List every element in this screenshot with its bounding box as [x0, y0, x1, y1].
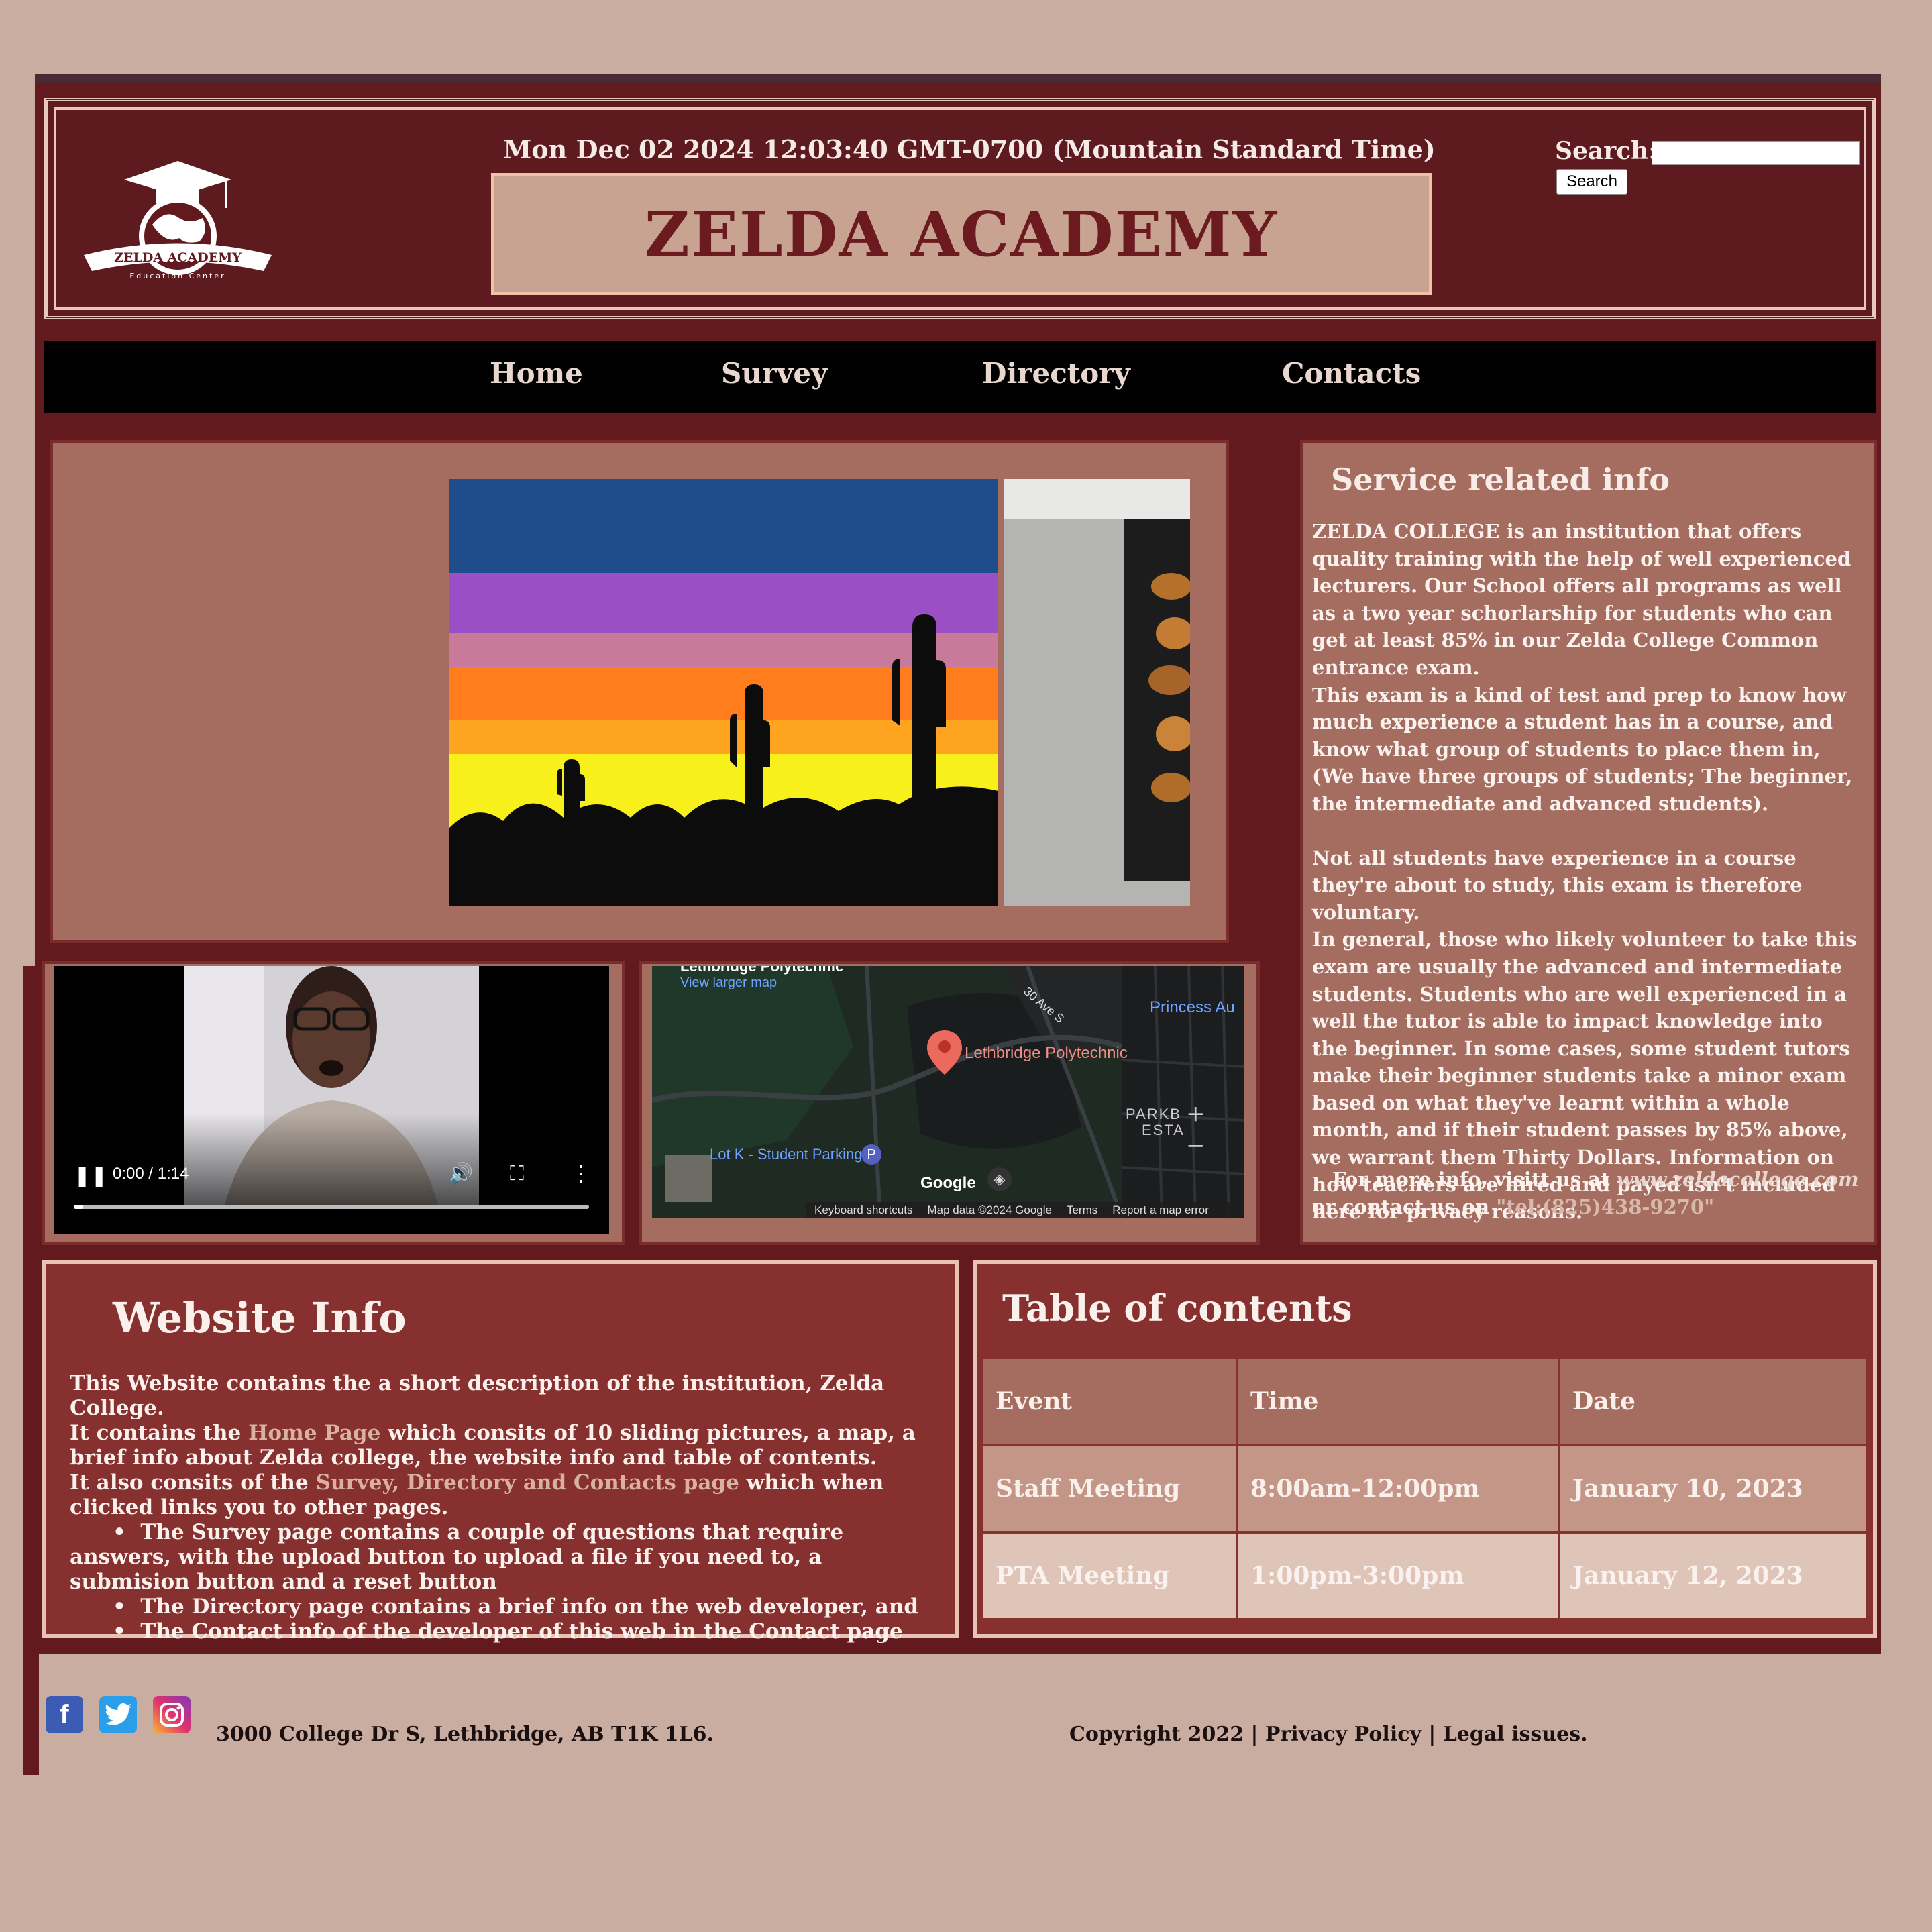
title-box: ZELDA ACADEMY	[491, 173, 1432, 295]
home-page-link[interactable]: Home Page	[248, 1421, 380, 1445]
logo-text: ZELDA ACADEMY	[114, 250, 241, 265]
view-larger-map-link[interactable]: View larger map	[680, 975, 777, 991]
facebook-icon[interactable]: f	[46, 1696, 83, 1733]
search-label: Search:	[1555, 137, 1658, 165]
info-line-2: It contains the Home Page which consits …	[70, 1421, 916, 1470]
academy-logo: ZELDA ACADEMY Education Center	[84, 161, 272, 280]
more-info-prefix: For more info, visitt us at	[1332, 1168, 1610, 1191]
site-title: ZELDA ACADEMY	[644, 198, 1279, 270]
website-info-title: Website Info	[113, 1293, 407, 1342]
slideshow-image-food[interactable]	[1004, 479, 1190, 906]
table-header-time: Time	[1236, 1356, 1560, 1446]
report-map-error-link[interactable]: Report a map error	[1112, 1203, 1209, 1217]
map-marker-icon[interactable]	[927, 1030, 962, 1075]
college-website-link[interactable]: www.zeldacollege.com	[1617, 1168, 1859, 1191]
twitter-icon[interactable]	[99, 1696, 137, 1733]
nav-home[interactable]: Home	[490, 357, 583, 390]
table-cell: Staff Meeting	[981, 1444, 1238, 1534]
table-cell: 1:00pm-3:00pm	[1236, 1531, 1560, 1621]
zoom-out-icon[interactable]: −	[1186, 1132, 1205, 1159]
info-line-3: It also consits of the Survey, Directory…	[70, 1470, 884, 1519]
nav-directory[interactable]: Directory	[982, 357, 1130, 390]
esta-label: ESTA	[1142, 1122, 1185, 1138]
search-button[interactable]: Search	[1556, 169, 1627, 195]
table-header-row: Event Time Date	[981, 1356, 1869, 1446]
info-bullet: • The Survey page contains a couple of q…	[70, 1520, 844, 1594]
service-info-title: Service related info	[1331, 462, 1670, 498]
info-line-1: This Website contains the a short descri…	[70, 1371, 885, 1420]
keyboard-shortcuts-link[interactable]: Keyboard shortcuts	[814, 1203, 912, 1217]
table-cell: 8:00am-12:00pm	[1236, 1444, 1560, 1534]
toc-title: Table of contents	[1002, 1287, 1352, 1330]
more-info-mid: or contact us on	[1312, 1195, 1490, 1218]
marker-label: Lethbridge Polytechnic	[965, 1044, 1128, 1062]
table-header-event: Event	[981, 1356, 1238, 1446]
table-header-date: Date	[1558, 1356, 1869, 1446]
parking-label: Lot K - Student Parking	[710, 1146, 863, 1163]
video-time: 0:00 / 1:14	[113, 1165, 189, 1183]
fullscreen-icon[interactable]: ⛶	[510, 1162, 524, 1185]
service-paragraph-3: Not all students have experience in a co…	[1312, 846, 1803, 924]
instagram-icon[interactable]	[153, 1696, 191, 1733]
map-place-header: Lethbridge Polytechnic	[680, 966, 844, 975]
google-logo: Google	[920, 1174, 976, 1192]
service-paragraph-1: ZELDA COLLEGE is an institution that off…	[1312, 520, 1851, 679]
nav-contacts[interactable]: Contacts	[1282, 357, 1421, 390]
zoom-in-icon[interactable]: +	[1186, 1100, 1205, 1127]
table-cell: PTA Meeting	[981, 1531, 1238, 1621]
current-datetime: Mon Dec 02 2024 12:03:40 GMT-0700 (Mount…	[503, 134, 1436, 164]
parkb-label: PARKB	[1126, 1106, 1181, 1122]
nav-survey[interactable]: Survey	[721, 357, 828, 390]
map-data-text: Map data ©2024 Google	[927, 1203, 1052, 1216]
footer-address: 3000 College Dr S, Lethbridge, AB T1K 1L…	[216, 1723, 714, 1746]
area-label: Princess Au	[1150, 998, 1235, 1016]
map-footer: Keyboard shortcuts Map data ©2024 Google…	[806, 1202, 1244, 1218]
service-paragraph-2: This exam is a kind of test and prep to …	[1312, 683, 1853, 815]
pages-link[interactable]: Survey, Directory and Contacts page	[315, 1470, 739, 1495]
info-bullet: • The Contact info of the developer of t…	[113, 1619, 903, 1644]
main-nav	[44, 341, 1876, 413]
volume-icon[interactable]: 🔊	[448, 1162, 473, 1185]
footer-copyright: Copyright 2022 | Privacy Policy | Legal …	[1069, 1723, 1588, 1746]
service-more-info: For more info, visitt us at www.zeldacol…	[1312, 1166, 1862, 1221]
table-row: PTA Meeting 1:00pm-3:00pm January 12, 20…	[981, 1531, 1869, 1621]
website-info-text: This Website contains the a short descri…	[70, 1371, 949, 1644]
search-input[interactable]	[1652, 141, 1860, 165]
table-cell: January 10, 2023	[1558, 1444, 1869, 1534]
embedded-map[interactable]: Lethbridge Polytechnic View larger map 3…	[652, 966, 1244, 1218]
info-bullet-list: • The Survey page contains a couple of q…	[70, 1520, 949, 1644]
map-terms-link[interactable]: Terms	[1067, 1203, 1097, 1217]
table-cell: January 12, 2023	[1558, 1531, 1869, 1621]
more-options-icon[interactable]: ⋮	[570, 1161, 592, 1186]
top-line	[35, 74, 1881, 83]
parking-icon: P	[861, 1144, 881, 1165]
video-progress-fill	[74, 1205, 83, 1209]
info-bullet: • The Directory page contains a brief in…	[113, 1595, 919, 1619]
phone-link[interactable]: "tel:(825)438-9270"	[1496, 1195, 1714, 1218]
pause-icon[interactable]: ❚❚	[74, 1164, 107, 1187]
table-row: Staff Meeting 8:00am-12:00pm January 10,…	[981, 1444, 1869, 1534]
toc-table: Event Time Date Staff Meeting 8:00am-12:…	[981, 1356, 1869, 1621]
logo-subtext: Education Center	[129, 272, 225, 280]
footer-side-bar	[23, 1654, 39, 1775]
service-info-text: ZELDA COLLEGE is an institution that off…	[1312, 518, 1862, 1226]
layers-icon[interactable]: ◈	[987, 1167, 1012, 1191]
video-progress-bar[interactable]	[74, 1205, 589, 1209]
slideshow-image-desert-sunset[interactable]	[449, 479, 998, 906]
